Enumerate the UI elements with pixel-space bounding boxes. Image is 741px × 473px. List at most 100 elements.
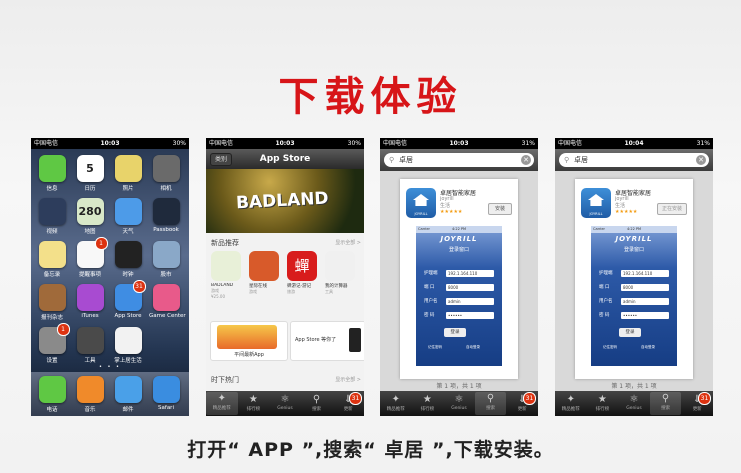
dock-music[interactable]: 音乐 [73,376,107,414]
promo-card-1[interactable]: 平间最新App [210,321,288,361]
install-button[interactable]: 安装 [488,203,512,215]
app-newsstand[interactable]: 报刊杂志 [35,284,69,322]
app-label: 备忘录 [43,272,61,278]
tab-genius[interactable]: ⚛ Genius [443,393,475,411]
app-home-app[interactable]: 掌上居生活 [111,327,145,365]
rating-stars: ★★★★★ [615,209,638,215]
app-videos[interactable]: 视频 [35,198,69,236]
instruction-caption: 打开“ APP ”,搜索“ 卓居 ”,下载安装。 [187,439,554,461]
tab-star[interactable]: ★ 排行榜 [238,393,270,412]
featured-app-icon [249,251,279,281]
notification-badge: 31 [132,280,146,293]
shot-field-label: 护理端 [424,271,438,276]
tab-search[interactable]: ⚲ 搜索 [474,392,507,415]
app-notes[interactable]: 备忘录 [35,241,69,279]
passbook-icon [152,198,180,225]
featured-app-category: 工具 [325,289,333,294]
star-icon: ★ [597,394,607,405]
search-input[interactable]: ⚲ 卓居 ✕ [559,153,709,167]
app-label: 视频 [46,229,58,235]
featured-banner[interactable]: BADLAND [206,169,364,233]
tab-updates[interactable]: ⇓更新31 [506,392,538,412]
app-passbook[interactable]: Passbook [149,198,183,236]
see-all-link[interactable]: 显示全部 > [335,239,361,246]
shot-field-value: •••••• [446,312,494,319]
app-label: 照片 [122,186,134,192]
tab-bar: ✦精品推荐★排行榜⚛Genius⚲搜索⇓更新31 [555,391,713,416]
app-tools-folder[interactable]: 工具 [73,327,107,365]
search-results: JOYRILL 卓居智能家居 joyrill 生活 ★★★★★ 安装 Carri… [380,171,538,391]
shot-login-title: 登录窗口 [448,247,469,253]
featured-app[interactable]: 我的计算器 工具 [325,251,357,295]
battery-label: 30% [347,140,361,147]
page-indicator: • • • [98,364,122,370]
featured-app[interactable]: 蟬蝉游记-游记 旅游 [287,251,319,295]
tab-star[interactable]: ★ 排行榜 [412,393,444,412]
tab-label: 精品推荐 [386,407,405,412]
app-stocks[interactable]: 股市 [149,241,183,279]
search-icon: ⚲ [486,393,495,404]
app-label: Game Center [149,313,186,319]
shot-time: 4:22 PM [451,227,467,231]
app-reminders[interactable]: 1 提醒事项 [73,237,108,279]
app-category: 生活 [440,203,451,209]
home-screen: 信息 5 日历 照片 相机视频 280 地图 天气 Passbook 备忘录 1 提醒事项 时钟 股市报刊… [31,149,189,416]
app-photos[interactable]: 照片 [111,155,145,193]
tab-updates[interactable]: ⇓更新31 [332,392,364,412]
app-clock[interactable]: 时钟 [111,241,145,279]
time-label: 10:03 [275,140,295,147]
search-input[interactable]: ⚲ 卓居 ✕ [384,153,534,167]
tab-label: 搜索 [486,406,496,411]
section-new: 新品推荐 [211,239,239,247]
app-label: App Store [114,313,142,319]
tab-featured[interactable]: ✦ 精品推荐 [555,393,587,412]
clear-icon[interactable]: ✕ [696,155,706,165]
app-itunes[interactable]: iTunes [73,284,107,322]
maps-icon: 280 [76,198,104,225]
app-gamecenter[interactable]: Game Center [149,284,186,322]
tab-genius[interactable]: ⚛ Genius [618,393,650,411]
promo-card-2[interactable]: App Store 等你了 [290,321,364,361]
tab-search[interactable]: ⚲ 搜索 [301,393,333,412]
joyrill-app-icon: JOYRILL [581,188,611,218]
joyrill-app-icon: JOYRILL [406,188,436,218]
tab-search[interactable]: ⚲ 搜索 [649,392,682,415]
clear-icon[interactable]: ✕ [521,155,531,165]
app-settings[interactable]: 1 设置 [35,323,70,365]
notification-badge: 1 [94,237,108,250]
app-result-card[interactable]: JOYRILL 卓居智能家居 joyrill 生活 ★★★★★ 正在安装 Car… [575,179,693,379]
search-icon: ⚲ [564,156,570,164]
page-title: 下载体验 [278,74,463,120]
tab-genius[interactable]: ⚛ Genius [269,393,301,411]
app-calendar[interactable]: 5 日历 [73,155,107,193]
installing-button[interactable]: 正在安装 [657,203,687,215]
app-label: 电话 [46,407,58,413]
app-maps[interactable]: 280 地图 [73,198,107,236]
app-store-header: 类别 App Store [206,149,364,169]
app-category: 生活 [615,203,626,209]
dock-mail[interactable]: 邮件 [111,376,145,414]
app-messages[interactable]: 信息 [35,155,69,193]
messages-icon [38,155,66,182]
tab-label: Genius [277,406,293,411]
app-appstore[interactable]: 31 App Store [111,280,146,322]
app-camera[interactable]: 相机 [149,155,183,193]
weather-icon [114,198,142,225]
tab-updates[interactable]: ⇓更新31 [681,392,713,412]
shot-login-title: 登录窗口 [623,247,644,253]
see-all-link[interactable]: 显示全部 > [335,376,361,383]
tab-featured[interactable]: ✦ 精品推荐 [206,392,238,415]
tab-bar: ✦精品推荐★排行榜⚛Genius⚲搜索⇓更新31 [206,391,364,416]
app-result-card[interactable]: JOYRILL 卓居智能家居 joyrill 生活 ★★★★★ 安装 Carri… [400,179,518,379]
featured-app[interactable]: BADLAND 游戏 ¥25.00 [211,251,243,299]
calendar-icon: 5 [76,155,104,182]
dock-safari[interactable]: Safari [149,376,183,414]
featured-app[interactable]: 星际在线 游戏 [249,251,281,295]
tab-label: 精品推荐 [561,407,580,412]
tab-featured[interactable]: ✦ 精品推荐 [380,393,412,412]
tools-folder-icon [76,327,104,354]
tab-star[interactable]: ★ 排行榜 [587,393,619,412]
dock-phone[interactable]: 电话 [35,376,69,414]
app-weather[interactable]: 天气 [111,198,145,236]
phone-app-store: 中国电信 10:03 30% 类别 App Store BADLAND 新品推荐… [206,138,364,416]
